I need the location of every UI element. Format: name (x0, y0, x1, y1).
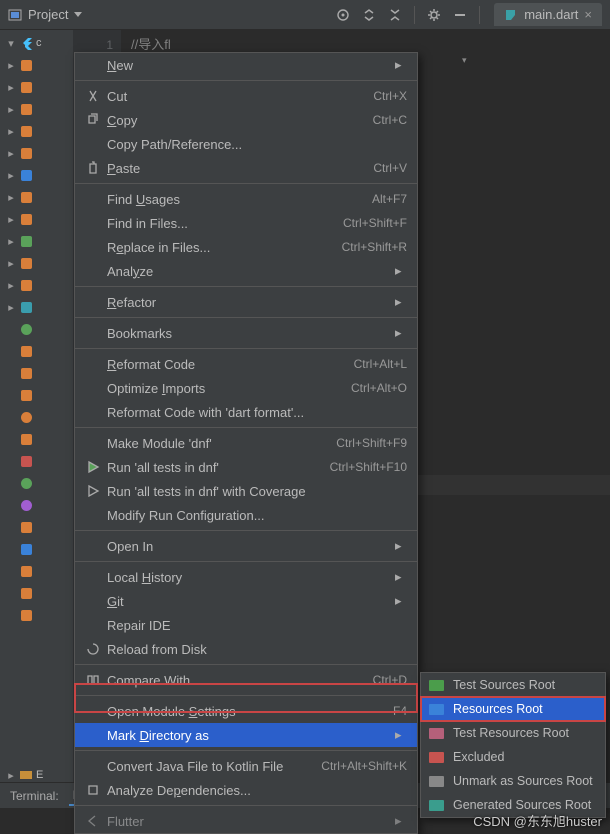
menu-item[interactable]: Flutter▸ (75, 809, 417, 833)
tree-item[interactable]: ▸ (0, 186, 73, 208)
menu-item[interactable]: Modify Run Configuration... (75, 503, 417, 527)
menu-item[interactable]: Mark Directory as▸ (75, 723, 417, 747)
menu-item[interactable]: Optimize ImportsCtrl+Alt+O (75, 376, 417, 400)
tab-filename: main.dart (524, 7, 578, 22)
menu-item[interactable]: Analyze▸ (75, 259, 417, 283)
menu-item[interactable]: CopyCtrl+C (75, 108, 417, 132)
tree-item[interactable]: ▸ (0, 164, 73, 186)
chevron-down-icon (74, 12, 82, 18)
menu-item[interactable]: Open In▸ (75, 534, 417, 558)
editor-tab[interactable]: main.dart × (494, 3, 602, 26)
project-icon (8, 8, 22, 22)
watermark: CSDN @东东旭huster (473, 811, 602, 830)
minimize-icon[interactable] (449, 4, 471, 26)
submenu-item[interactable]: Test Sources Root (421, 673, 605, 697)
menu-item[interactable]: Make Module 'dnf'Ctrl+Shift+F9 (75, 431, 417, 455)
tree-item[interactable] (0, 406, 73, 428)
expand-all-icon[interactable] (358, 4, 380, 26)
context-menu: New▸ CutCtrl+XCopyCtrl+CCopy Path/Referen… (74, 52, 418, 834)
menu-item[interactable]: Repair IDE (75, 613, 417, 637)
project-dropdown[interactable]: Project (8, 7, 82, 22)
tree-item[interactable]: ▸ (0, 296, 73, 318)
menu-item[interactable]: Replace in Files...Ctrl+Shift+R (75, 235, 417, 259)
menu-item[interactable]: Local History▸ (75, 565, 417, 589)
tree-item[interactable] (0, 472, 73, 494)
menu-item[interactable]: Copy Path/Reference... (75, 132, 417, 156)
tree-root[interactable]: ▾c (0, 32, 73, 54)
tree-item[interactable] (0, 384, 73, 406)
submenu-item[interactable]: Test Resources Root (421, 721, 605, 745)
tree-item[interactable] (0, 318, 73, 340)
tree-item[interactable]: ▸ (0, 208, 73, 230)
project-tree: ▾c ▸ ▸ ▸ ▸ ▸ ▸ ▸ ▸ ▸ ▸ ▸ ▸ ▸E S (0, 30, 73, 808)
menu-item[interactable]: Find UsagesAlt+F7 (75, 187, 417, 211)
menu-item[interactable]: Convert Java File to Kotlin FileCtrl+Alt… (75, 754, 417, 778)
menu-item[interactable]: Open Module SettingsF4 (75, 699, 417, 723)
tree-item[interactable] (0, 560, 73, 582)
tree-item[interactable] (0, 362, 73, 384)
menu-item[interactable]: Git▸ (75, 589, 417, 613)
tree-item[interactable] (0, 582, 73, 604)
dart-file-icon (504, 8, 518, 22)
project-label: Project (28, 7, 68, 22)
menu-item[interactable]: Find in Files...Ctrl+Shift+F (75, 211, 417, 235)
menu-item[interactable]: Compare With...Ctrl+D (75, 668, 417, 692)
tree-item[interactable]: ▸ (0, 142, 73, 164)
menu-item[interactable]: Analyze Dependencies... (75, 778, 417, 802)
tree-item[interactable]: ▸ (0, 120, 73, 142)
menu-item[interactable]: Run 'all tests in dnf' with Coverage (75, 479, 417, 503)
target-icon[interactable] (332, 4, 354, 26)
terminal-label: Terminal: (10, 789, 59, 803)
tree-item[interactable] (0, 450, 73, 472)
submenu-item[interactable]: Excluded (421, 745, 605, 769)
submenu-item[interactable]: Unmark as Sources Root (421, 769, 605, 793)
close-icon[interactable]: × (584, 7, 592, 22)
fold-markers: ▾ (462, 30, 474, 590)
tree-item[interactable] (0, 538, 73, 560)
toolbar: Project main.dart × (0, 0, 610, 30)
tree-item[interactable] (0, 516, 73, 538)
tree-item[interactable]: ▸ (0, 98, 73, 120)
menu-item[interactable]: CutCtrl+X (75, 84, 417, 108)
tree-item[interactable]: ▸ (0, 252, 73, 274)
submenu-item[interactable]: Resources Root (421, 697, 605, 721)
tree-item[interactable] (0, 428, 73, 450)
menu-item[interactable]: Bookmarks▸ (75, 321, 417, 345)
menu-item[interactable]: Reload from Disk (75, 637, 417, 661)
tree-item[interactable]: ▸ (0, 76, 73, 98)
tree-item[interactable] (0, 340, 73, 362)
tree-item[interactable] (0, 494, 73, 516)
gear-icon[interactable] (423, 4, 445, 26)
tree-item[interactable]: ▸ (0, 54, 73, 76)
tree-item[interactable]: ▸ (0, 230, 73, 252)
menu-item[interactable]: Refactor▸ (75, 290, 417, 314)
menu-item[interactable]: Run 'all tests in dnf'Ctrl+Shift+F10 (75, 455, 417, 479)
tree-item[interactable]: ▸ (0, 274, 73, 296)
flutter-icon (19, 36, 33, 50)
collapse-all-icon[interactable] (384, 4, 406, 26)
mark-directory-submenu: Test Sources RootResources RootTest Reso… (420, 672, 606, 818)
menu-item[interactable]: PasteCtrl+V (75, 156, 417, 180)
menu-item[interactable]: Reformat Code with 'dart format'... (75, 400, 417, 424)
tree-item[interactable] (0, 604, 73, 626)
menu-item[interactable]: Reformat CodeCtrl+Alt+L (75, 352, 417, 376)
menu-item[interactable]: New▸ (75, 53, 417, 77)
